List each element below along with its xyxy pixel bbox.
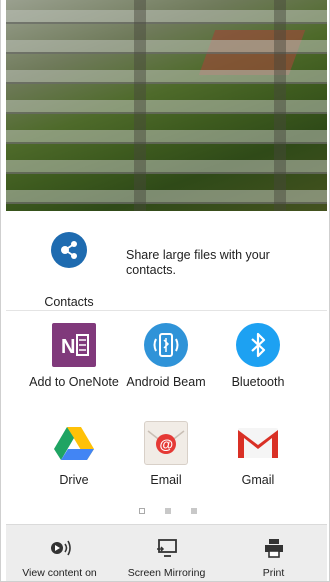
screen-mirroring-label: Screen Mirroring <box>127 567 206 579</box>
share-contacts-icon <box>51 232 87 268</box>
app-email[interactable]: @ Email <box>121 409 211 499</box>
screen-mirroring-button[interactable]: Screen Mirroring <box>113 525 220 581</box>
print-icon <box>263 537 285 559</box>
svg-text:N: N <box>61 336 75 358</box>
android-beam-icon <box>144 323 188 367</box>
gmail-icon <box>236 421 280 465</box>
page-indicator <box>6 505 327 517</box>
cast-icon <box>49 537 71 559</box>
page-dot[interactable] <box>165 508 171 514</box>
screen-mirroring-icon <box>156 537 178 559</box>
app-android-beam[interactable]: Android Beam <box>121 311 211 401</box>
app-drive[interactable]: Drive <box>29 409 119 499</box>
contacts-share-row: Contacts Share large files with your con… <box>6 211 327 311</box>
share-screen: Contacts Share large files with your con… <box>0 0 330 582</box>
app-label: Bluetooth <box>231 375 285 389</box>
app-bluetooth[interactable]: Bluetooth <box>213 311 303 401</box>
quick-actions-bar: View content on Screen Mirroring Print <box>6 524 327 581</box>
page-dot[interactable] <box>191 508 197 514</box>
bluetooth-icon <box>236 323 280 367</box>
page-dot-active[interactable] <box>139 508 145 514</box>
contacts-label: Contacts <box>44 295 94 309</box>
print-label: Print <box>262 567 285 579</box>
app-grid: N Add to OneNote Android Beam Bluetooth … <box>6 311 327 511</box>
app-label: Android Beam <box>126 375 206 389</box>
drive-icon <box>52 421 96 465</box>
app-label: Gmail <box>241 473 275 487</box>
background-photo <box>6 0 327 211</box>
print-button[interactable]: Print <box>220 525 327 581</box>
email-icon: @ <box>144 421 188 465</box>
onenote-icon: N <box>52 323 96 367</box>
app-add-to-onenote[interactable]: N Add to OneNote <box>29 311 119 401</box>
app-gmail[interactable]: Gmail <box>213 409 303 499</box>
contacts-description: Share large files with your contacts. <box>126 248 270 277</box>
app-label: Add to OneNote <box>29 375 119 389</box>
app-label: Email <box>150 473 182 487</box>
app-label: Drive <box>59 473 89 487</box>
view-content-on-label: View content on <box>22 567 97 579</box>
svg-text:@: @ <box>160 436 174 452</box>
contacts-share-button[interactable]: Contacts <box>36 229 106 309</box>
share-sheet: Contacts Share large files with your con… <box>6 211 327 581</box>
view-content-on-button[interactable]: View content on <box>6 525 113 581</box>
